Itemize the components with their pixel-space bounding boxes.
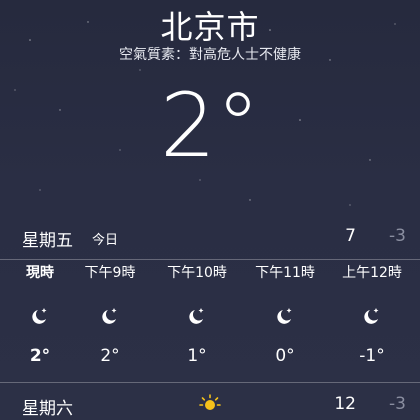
hour-item: 現時 2° (0, 262, 80, 366)
today-summary-row: 星期五 今日 7 -3 (0, 218, 420, 258)
moon-stars-icon (189, 308, 204, 324)
sun-icon (199, 394, 221, 410)
today-high: 7 (345, 226, 356, 246)
hourly-forecast[interactable]: 現時 2° 下午9時 2° 下午10時 1° 下午11時 0° 上午12時 -1… (0, 262, 420, 380)
divider-bottom (0, 382, 420, 383)
hour-label: 下午9時 (84, 265, 136, 281)
moon-stars-icon (364, 308, 379, 324)
moon-stars-icon (277, 308, 292, 324)
hour-item: 上午12時 -1° (332, 262, 412, 366)
hour-temperature: 2° (100, 346, 120, 366)
hour-item: 下午11時 0° (245, 262, 325, 366)
today-day-name: 星期五 (22, 231, 73, 251)
hour-item: 下午10時 1° (157, 262, 237, 366)
forecast-day-name: 星期六 (22, 399, 73, 419)
moon-stars-icon (32, 308, 47, 324)
forecast-low: -3 (389, 394, 406, 414)
hour-temperature: 2° (29, 346, 51, 366)
hour-label: 下午11時 (255, 265, 315, 281)
air-quality-label: 空氣質素：對高危人士不健康 (119, 47, 301, 63)
hour-item: 下午9時 2° (70, 262, 150, 366)
hour-label: 現時 (26, 265, 54, 281)
moon-stars-icon (102, 308, 117, 324)
hour-label: 下午10時 (167, 265, 227, 281)
hour-label: 上午12時 (342, 265, 402, 281)
divider-top (0, 259, 420, 260)
forecast-row: 星期六 12 -3 (0, 386, 420, 420)
today-low: -3 (389, 226, 406, 246)
today-tag: 今日 (92, 233, 119, 248)
current-temperature: 2° (160, 74, 260, 177)
hour-temperature: 1° (187, 346, 207, 366)
hour-temperature: 0° (275, 346, 295, 366)
hour-temperature: -1° (359, 346, 385, 366)
city-name: 北京市 (160, 8, 260, 46)
forecast-high: 12 (334, 394, 356, 414)
